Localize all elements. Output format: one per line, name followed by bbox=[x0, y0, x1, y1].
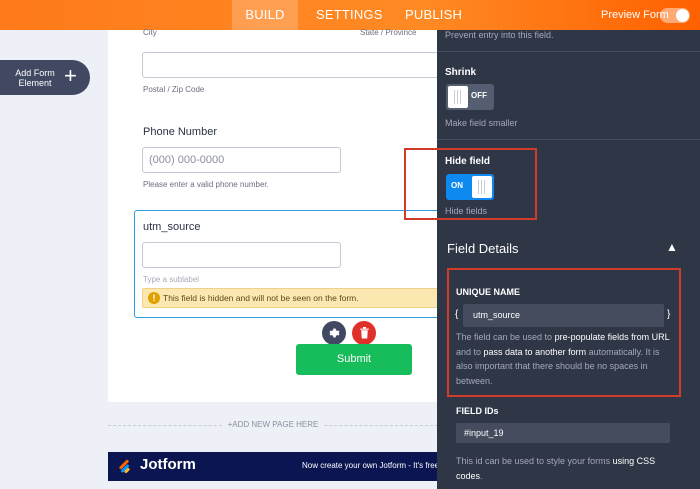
phone-help-text: Please enter a valid phone number. bbox=[143, 180, 269, 189]
postal-sublabel: Postal / Zip Code bbox=[143, 85, 205, 94]
field-details-title[interactable]: Field Details bbox=[447, 241, 519, 256]
add-new-page-label: +ADD NEW PAGE HERE bbox=[221, 420, 325, 429]
state-sublabel: State / Province bbox=[360, 28, 417, 37]
unique-name-desc: The field can be used to pre-populate fi… bbox=[456, 332, 670, 386]
hidden-warning-text: This field is hidden and will not be see… bbox=[163, 293, 359, 303]
field-id-desc: This id can be used to style your forms … bbox=[456, 456, 656, 481]
close-brace: } bbox=[667, 309, 671, 320]
shrink-desc: Make field smaller bbox=[445, 118, 518, 128]
field-id-value[interactable]: #input_19 bbox=[456, 423, 670, 443]
preview-form-label: Preview Form bbox=[601, 9, 669, 21]
postal-code-input[interactable] bbox=[142, 52, 442, 78]
field-settings-button[interactable] bbox=[322, 321, 346, 345]
pass-data-link[interactable]: pass data to another form bbox=[484, 347, 587, 357]
warning-icon: ! bbox=[148, 292, 160, 304]
utm-source-title: utm_source bbox=[143, 221, 201, 233]
add-form-element-label: Add Form Element bbox=[15, 68, 55, 88]
tab-build[interactable]: BUILD bbox=[232, 0, 298, 30]
delete-field-button[interactable] bbox=[352, 321, 376, 345]
submit-button[interactable]: Submit bbox=[296, 344, 412, 375]
preview-form-toggle[interactable] bbox=[660, 8, 690, 23]
shrink-toggle-state: OFF bbox=[471, 91, 487, 100]
chevron-up-icon[interactable]: ▲ bbox=[666, 240, 678, 254]
panel-divider bbox=[437, 139, 700, 140]
jotform-promo-text: Now create your own Jotform - It's free! bbox=[302, 461, 442, 470]
toggle-knob bbox=[448, 86, 468, 108]
plus-icon: + bbox=[64, 63, 77, 88]
panel-divider bbox=[437, 51, 700, 52]
tab-settings[interactable]: SETTINGS bbox=[316, 0, 383, 30]
trash-icon bbox=[359, 327, 369, 339]
phone-number-title: Phone Number bbox=[143, 126, 217, 138]
unique-name-title: UNIQUE NAME bbox=[456, 287, 521, 297]
phone-number-input[interactable]: (000) 000-0000 bbox=[142, 147, 341, 173]
utm-source-input[interactable] bbox=[142, 242, 341, 268]
open-brace: { bbox=[455, 309, 459, 320]
hide-field-highlight bbox=[404, 148, 537, 220]
utm-sublabel-placeholder[interactable]: Type a sublabel bbox=[143, 275, 199, 284]
toggle-knob bbox=[676, 9, 689, 22]
jotform-logo-text: Jotform bbox=[140, 456, 196, 473]
unique-name-input[interactable]: utm_source bbox=[463, 304, 664, 327]
jotform-logo-icon bbox=[119, 459, 130, 474]
top-bar: BUILD SETTINGS PUBLISH Preview Form bbox=[0, 0, 700, 30]
shrink-toggle[interactable]: OFF bbox=[446, 84, 494, 110]
city-sublabel: City bbox=[143, 28, 157, 37]
prepopulate-link[interactable]: pre-populate fields from URL bbox=[555, 332, 670, 342]
tab-publish[interactable]: PUBLISH bbox=[405, 0, 462, 30]
add-form-element-button[interactable]: Add Form Element + bbox=[0, 60, 90, 95]
add-new-page-link[interactable]: +ADD NEW PAGE HERE bbox=[108, 420, 438, 429]
field-ids-title: FIELD IDs bbox=[456, 406, 499, 416]
hidden-field-warning: ! This field is hidden and will not be s… bbox=[142, 288, 442, 308]
gear-icon bbox=[329, 328, 340, 338]
shrink-title: Shrink bbox=[445, 67, 477, 78]
readonly-desc: Prevent entry into this field. bbox=[445, 30, 554, 40]
